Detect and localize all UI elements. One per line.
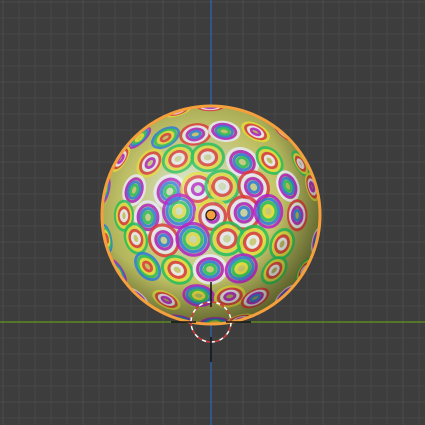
3d-viewport[interactable] xyxy=(0,0,425,425)
viewport-canvas[interactable] xyxy=(0,0,425,425)
object-origin-point[interactable] xyxy=(205,209,217,221)
